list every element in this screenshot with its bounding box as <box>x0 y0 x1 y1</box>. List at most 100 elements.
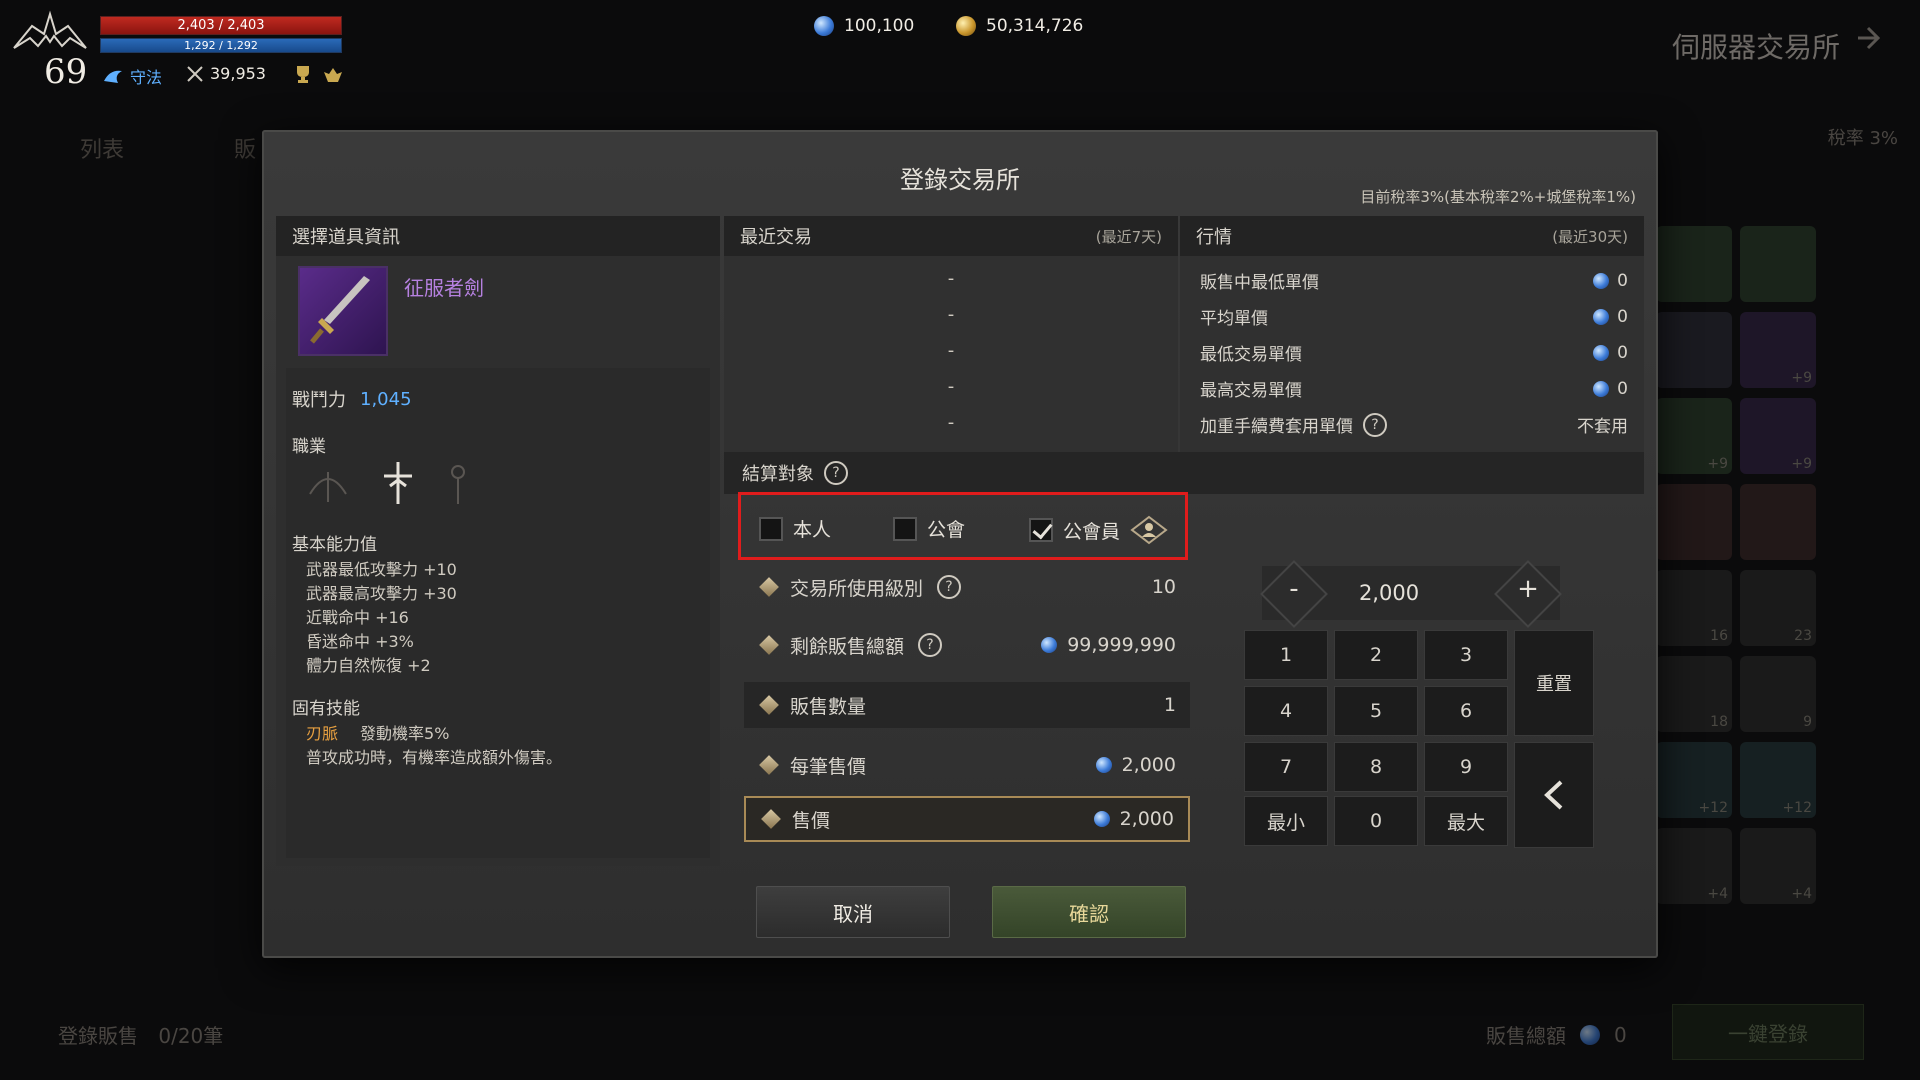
sale-quantity-row[interactable]: 販售數量 1 <box>744 682 1190 728</box>
help-icon[interactable]: ? <box>824 461 848 485</box>
stat-line: 武器最高攻擊力 +30 <box>306 584 457 603</box>
diamond-icon <box>1593 380 1610 397</box>
numpad-backspace-button[interactable] <box>1514 742 1594 848</box>
checkbox-unchecked-icon[interactable] <box>759 516 783 541</box>
base-stats-label: 基本能力值 <box>292 535 377 555</box>
market-range: (最近30天) <box>1552 227 1628 246</box>
tab-sell[interactable]: 販 <box>234 132 256 164</box>
exchange-page-title: 伺服器交易所 <box>1671 31 1840 64</box>
numpad-key-min[interactable]: 最小 <box>1244 796 1328 846</box>
settlement-option-guild-member[interactable]: 公會員 <box>1029 515 1168 545</box>
tab-list[interactable]: 列表 <box>80 132 124 164</box>
player-level: 69 <box>44 52 88 92</box>
checkbox-unchecked-icon[interactable] <box>893 516 917 541</box>
checkbox-checked-icon[interactable] <box>1029 518 1053 542</box>
inventory-slot[interactable]: +4 <box>1740 828 1816 904</box>
guild-member-emblem-icon[interactable] <box>1130 515 1168 545</box>
market-row: 販售中最低單價 0 <box>1200 268 1628 294</box>
item-combat-power: 戰鬥力 1,045 <box>292 386 412 412</box>
market-row-label: 最低交易單價 <box>1200 345 1302 365</box>
inventory-slot[interactable]: +9 <box>1656 398 1732 474</box>
market-row: 最高交易單價 0 <box>1200 376 1628 402</box>
remaining-sales-value: 99,999,990 <box>1067 634 1176 656</box>
market-row: 平均單價 0 <box>1200 304 1628 330</box>
sale-quantity-label: 販售數量 <box>790 695 867 718</box>
diamond-icon <box>814 16 834 36</box>
market-row-label: 最高交易單價 <box>1200 381 1302 401</box>
numpad-key-1[interactable]: 1 <box>1244 630 1328 680</box>
recent-trades-header: 最近交易 (最近7天) <box>724 216 1178 256</box>
recent-trades-range: (最近7天) <box>1095 227 1162 246</box>
exit-arrow-icon[interactable] <box>1852 20 1886 56</box>
recent-trades-title: 最近交易 <box>740 227 812 248</box>
inventory-slot[interactable] <box>1656 226 1732 302</box>
numpad-key-7[interactable]: 7 <box>1244 742 1328 792</box>
numpad-key-3[interactable]: 3 <box>1424 630 1508 680</box>
item-sword-icon[interactable] <box>298 266 388 356</box>
inventory-slot[interactable] <box>1740 226 1816 302</box>
inventory-slot[interactable]: 16 <box>1656 570 1732 646</box>
inventory-slot[interactable]: +4 <box>1656 828 1732 904</box>
inventory-slot[interactable] <box>1656 312 1732 388</box>
settlement-option-self[interactable]: 本人 <box>759 515 831 542</box>
numpad-key-6[interactable]: 6 <box>1424 686 1508 736</box>
wings-emblem-icon <box>13 10 87 49</box>
alignment-text: 守法 <box>130 68 163 87</box>
numpad-key-4[interactable]: 4 <box>1244 686 1328 736</box>
inventory-slot[interactable]: 18 <box>1656 656 1732 732</box>
inventory-slot[interactable]: +9 <box>1740 312 1816 388</box>
one-click-register-button[interactable]: 一鍵登錄 <box>1672 1004 1864 1060</box>
skill-name: 刃脈 <box>306 724 339 743</box>
slot-count: 9 <box>1803 714 1812 730</box>
heavy-fee-value: 不套用 <box>1577 417 1628 437</box>
class-sword-icon <box>384 462 412 504</box>
plus-icon: + <box>1517 574 1539 604</box>
diamond-currency: 100,100 <box>814 16 914 36</box>
top-hud: 69 2,403 / 2,403 1,292 / 1,292 守法 39,953… <box>0 0 1920 110</box>
market-row-label: 平均單價 <box>1200 309 1268 329</box>
sale-quantity-value: 1 <box>1163 694 1176 716</box>
numpad-key-max[interactable]: 最大 <box>1424 796 1508 846</box>
market-title: 行情 <box>1196 227 1232 248</box>
inventory-slot[interactable]: +12 <box>1656 742 1732 818</box>
inventory-slot[interactable] <box>1740 484 1816 560</box>
inventory-slot[interactable]: +9 <box>1740 398 1816 474</box>
sale-price-label: 售價 <box>792 809 831 832</box>
exchange-level-row: 交易所使用級別? 10 <box>744 564 1190 610</box>
sale-price-row[interactable]: 售價 2,000 <box>744 796 1190 842</box>
inventory-slot[interactable]: 23 <box>1740 570 1816 646</box>
numpad-key-9[interactable]: 9 <box>1424 742 1508 792</box>
gold-icon <box>956 16 976 36</box>
numpad-key-8[interactable]: 8 <box>1334 742 1418 792</box>
diamond-bullet-icon <box>759 635 779 655</box>
cancel-button[interactable]: 取消 <box>756 886 950 938</box>
diamond-icon <box>1593 272 1610 289</box>
market-row-value: 0 <box>1617 270 1628 291</box>
help-icon[interactable]: ? <box>937 575 962 599</box>
help-icon[interactable]: ? <box>1363 412 1387 437</box>
market-row-value: 0 <box>1617 306 1628 327</box>
numpad-key-2[interactable]: 2 <box>1334 630 1418 680</box>
market-header: 行情 (最近30天) <box>1180 216 1644 256</box>
sword-icon <box>310 276 370 344</box>
inventory-slot[interactable]: +12 <box>1740 742 1816 818</box>
slot-count: +9 <box>1707 456 1728 472</box>
numpad-key-0[interactable]: 0 <box>1334 796 1418 846</box>
settlement-option-guild[interactable]: 公會 <box>893 515 965 542</box>
recent-trade-row: - <box>947 268 955 289</box>
unit-price-label: 每筆售價 <box>790 755 867 778</box>
settlement-header: 結算對象 ? <box>724 452 1644 494</box>
confirm-button[interactable]: 確認 <box>992 886 1186 938</box>
item-info-panel: 選擇道具資訊 征服者劍 戰鬥力 1,045 職業 基本能力值 武器最低攻擊力 +… <box>276 216 720 866</box>
guild-emblem-icon[interactable] <box>322 66 344 84</box>
help-icon[interactable]: ? <box>918 633 943 657</box>
inventory-slot[interactable] <box>1656 484 1732 560</box>
trophy-icon[interactable] <box>292 64 314 84</box>
stat-line: 武器最低攻擊力 +10 <box>306 560 457 579</box>
numpad-key-5[interactable]: 5 <box>1334 686 1418 736</box>
inventory-slot[interactable]: 9 <box>1740 656 1816 732</box>
numpad-reset-button[interactable]: 重置 <box>1514 630 1594 736</box>
settlement-options-highlight: 本人 公會 公會員 <box>738 492 1188 560</box>
sales-total-value: 0 <box>1614 1022 1627 1047</box>
tax-note: 目前稅率3%(基本稅率2%+城堡稅率1%) <box>1360 188 1636 206</box>
